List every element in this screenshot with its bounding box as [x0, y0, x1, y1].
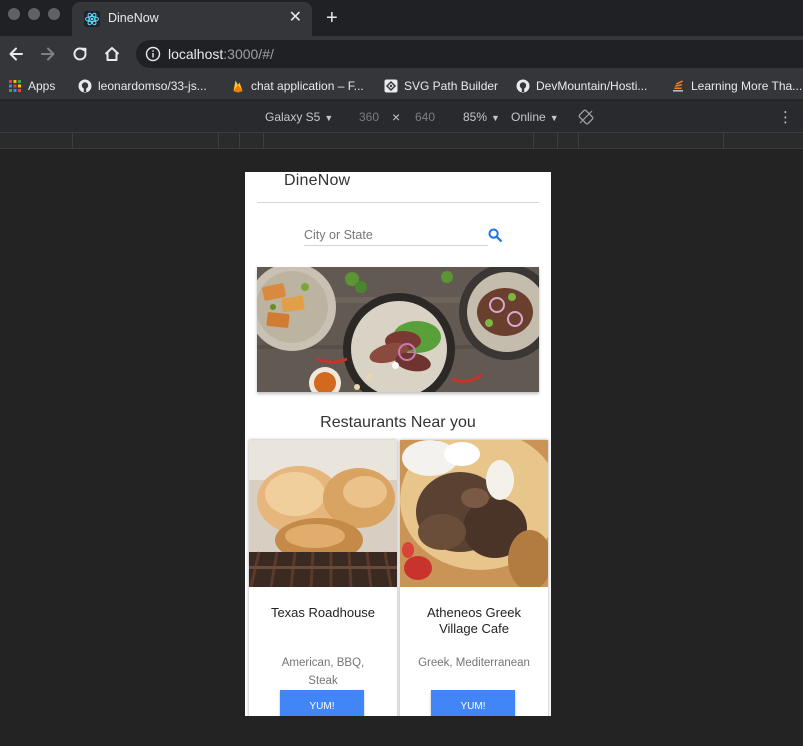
media-query-ruler — [0, 133, 803, 149]
search-input[interactable] — [304, 226, 488, 244]
network-value: Online — [511, 110, 546, 124]
bookmark-label: DevMountain/Hosti... — [536, 79, 648, 93]
bookmark-chat-application[interactable]: chat application – F... — [231, 77, 364, 95]
bookmark-label: Learning More Tha... — [691, 79, 803, 93]
restaurant-cuisine: Greek, Mediterranean — [418, 657, 530, 669]
firebase-icon — [233, 80, 243, 93]
restaurant-card[interactable]: Texas Roadhouse American, BBQ, Steak YUM… — [249, 440, 397, 716]
search-icon[interactable] — [488, 228, 502, 242]
bookmark-learning-more[interactable]: Learning More Tha... — [671, 77, 802, 95]
device-viewport: DineNow City or State Restaurants Near y… — [245, 172, 551, 716]
search-field[interactable] — [304, 226, 488, 246]
bookmark-label: leonardomso/33-js... — [98, 79, 207, 93]
ruler-divider — [557, 133, 558, 149]
restaurant-name: Atheneos Greek Village Cafe — [427, 605, 521, 636]
restaurant-card[interactable]: Atheneos Greek Village Cafe Greek, Medit… — [400, 440, 548, 716]
info-icon[interactable] — [145, 46, 161, 62]
bookmark-label: chat application – F... — [251, 79, 364, 93]
caret-down-icon: ▼ — [549, 113, 559, 123]
tab-title: DineNow — [108, 11, 159, 25]
browser-toolbar: localhost:3000/#/ — [0, 36, 803, 72]
tab-strip: DineNow ✕ + — [0, 0, 803, 36]
carousel-indicator-dot[interactable] — [392, 362, 399, 369]
width-field[interactable]: 360 — [359, 110, 379, 124]
food-photo — [257, 267, 539, 392]
zoom-select[interactable]: 85% ▼ — [463, 110, 500, 124]
dimension-times: × — [392, 109, 401, 125]
restaurant-photo — [249, 440, 397, 587]
ruler-divider — [723, 133, 724, 149]
ruler-divider — [72, 133, 73, 149]
bookmark-label: SVG Path Builder — [404, 79, 499, 93]
bookmark-svg-path-builder[interactable]: SVG Path Builder — [384, 77, 498, 95]
apps-grid-icon — [9, 80, 21, 92]
device-toolbar: Galaxy S5 ▼ 360 × 640 85% ▼ Online ▼ ⋮ — [0, 101, 803, 133]
more-options-icon[interactable]: ⋮ — [778, 108, 793, 126]
ruler-divider — [578, 133, 579, 149]
network-throttle-select[interactable]: Online ▼ — [511, 110, 559, 124]
ruler-divider — [263, 133, 264, 149]
tab-close-icon[interactable]: ✕ — [289, 9, 302, 27]
header-divider — [257, 202, 539, 203]
new-tab-button[interactable]: + — [326, 6, 338, 30]
home-icon[interactable] — [102, 44, 122, 64]
bookmark-apps[interactable]: Apps — [8, 77, 55, 95]
window-minimize-light[interactable] — [28, 8, 40, 20]
ruler-divider — [239, 133, 240, 149]
device-select[interactable]: Galaxy S5 ▼ — [265, 110, 333, 124]
zoom-value: 85% — [463, 110, 488, 124]
url-host: localhost — [168, 46, 224, 62]
bookmark-label: Apps — [28, 79, 56, 93]
github-icon — [78, 79, 92, 93]
url-path: :3000/#/ — [223, 46, 274, 62]
bookmark-devmountain[interactable]: DevMountain/Hosti... — [516, 77, 647, 95]
section-title: Restaurants Near you — [320, 414, 476, 431]
github-icon — [516, 79, 530, 93]
bookmarks-bar: Apps leonardomso/33-js... chat applicati… — [0, 72, 803, 100]
bookmark-33-js[interactable]: leonardomso/33-js... — [78, 77, 207, 95]
back-arrow-icon[interactable] — [6, 44, 26, 64]
restaurant-name: Texas Roadhouse — [270, 605, 376, 620]
yum-button[interactable]: YUM! — [431, 690, 515, 716]
app-title[interactable]: DineNow — [284, 172, 350, 190]
browser-tab[interactable]: DineNow ✕ — [72, 2, 312, 36]
window-close-light[interactable] — [8, 8, 20, 20]
caret-down-icon: ▼ — [491, 113, 500, 123]
ruler-divider — [533, 133, 534, 149]
reload-icon[interactable] — [70, 44, 90, 64]
caret-down-icon: ▼ — [324, 113, 334, 123]
rotate-icon[interactable] — [578, 109, 594, 125]
restaurant-photo — [400, 440, 548, 587]
restaurant-cuisine: American, BBQ, Steak — [281, 657, 365, 687]
svg-path-icon — [384, 79, 398, 93]
height-field[interactable]: 640 — [415, 110, 435, 124]
react-icon — [84, 11, 100, 27]
stackoverflow-icon — [673, 80, 683, 92]
address-bar[interactable]: localhost:3000/#/ — [136, 40, 803, 68]
yum-button[interactable]: YUM! — [280, 690, 364, 716]
forward-arrow-icon[interactable] — [38, 44, 58, 64]
url-text: localhost:3000/#/ — [168, 46, 274, 62]
ruler-divider — [218, 133, 219, 149]
window-zoom-light[interactable] — [48, 8, 60, 20]
image-carousel[interactable] — [257, 267, 539, 392]
device-name: Galaxy S5 — [265, 110, 321, 124]
